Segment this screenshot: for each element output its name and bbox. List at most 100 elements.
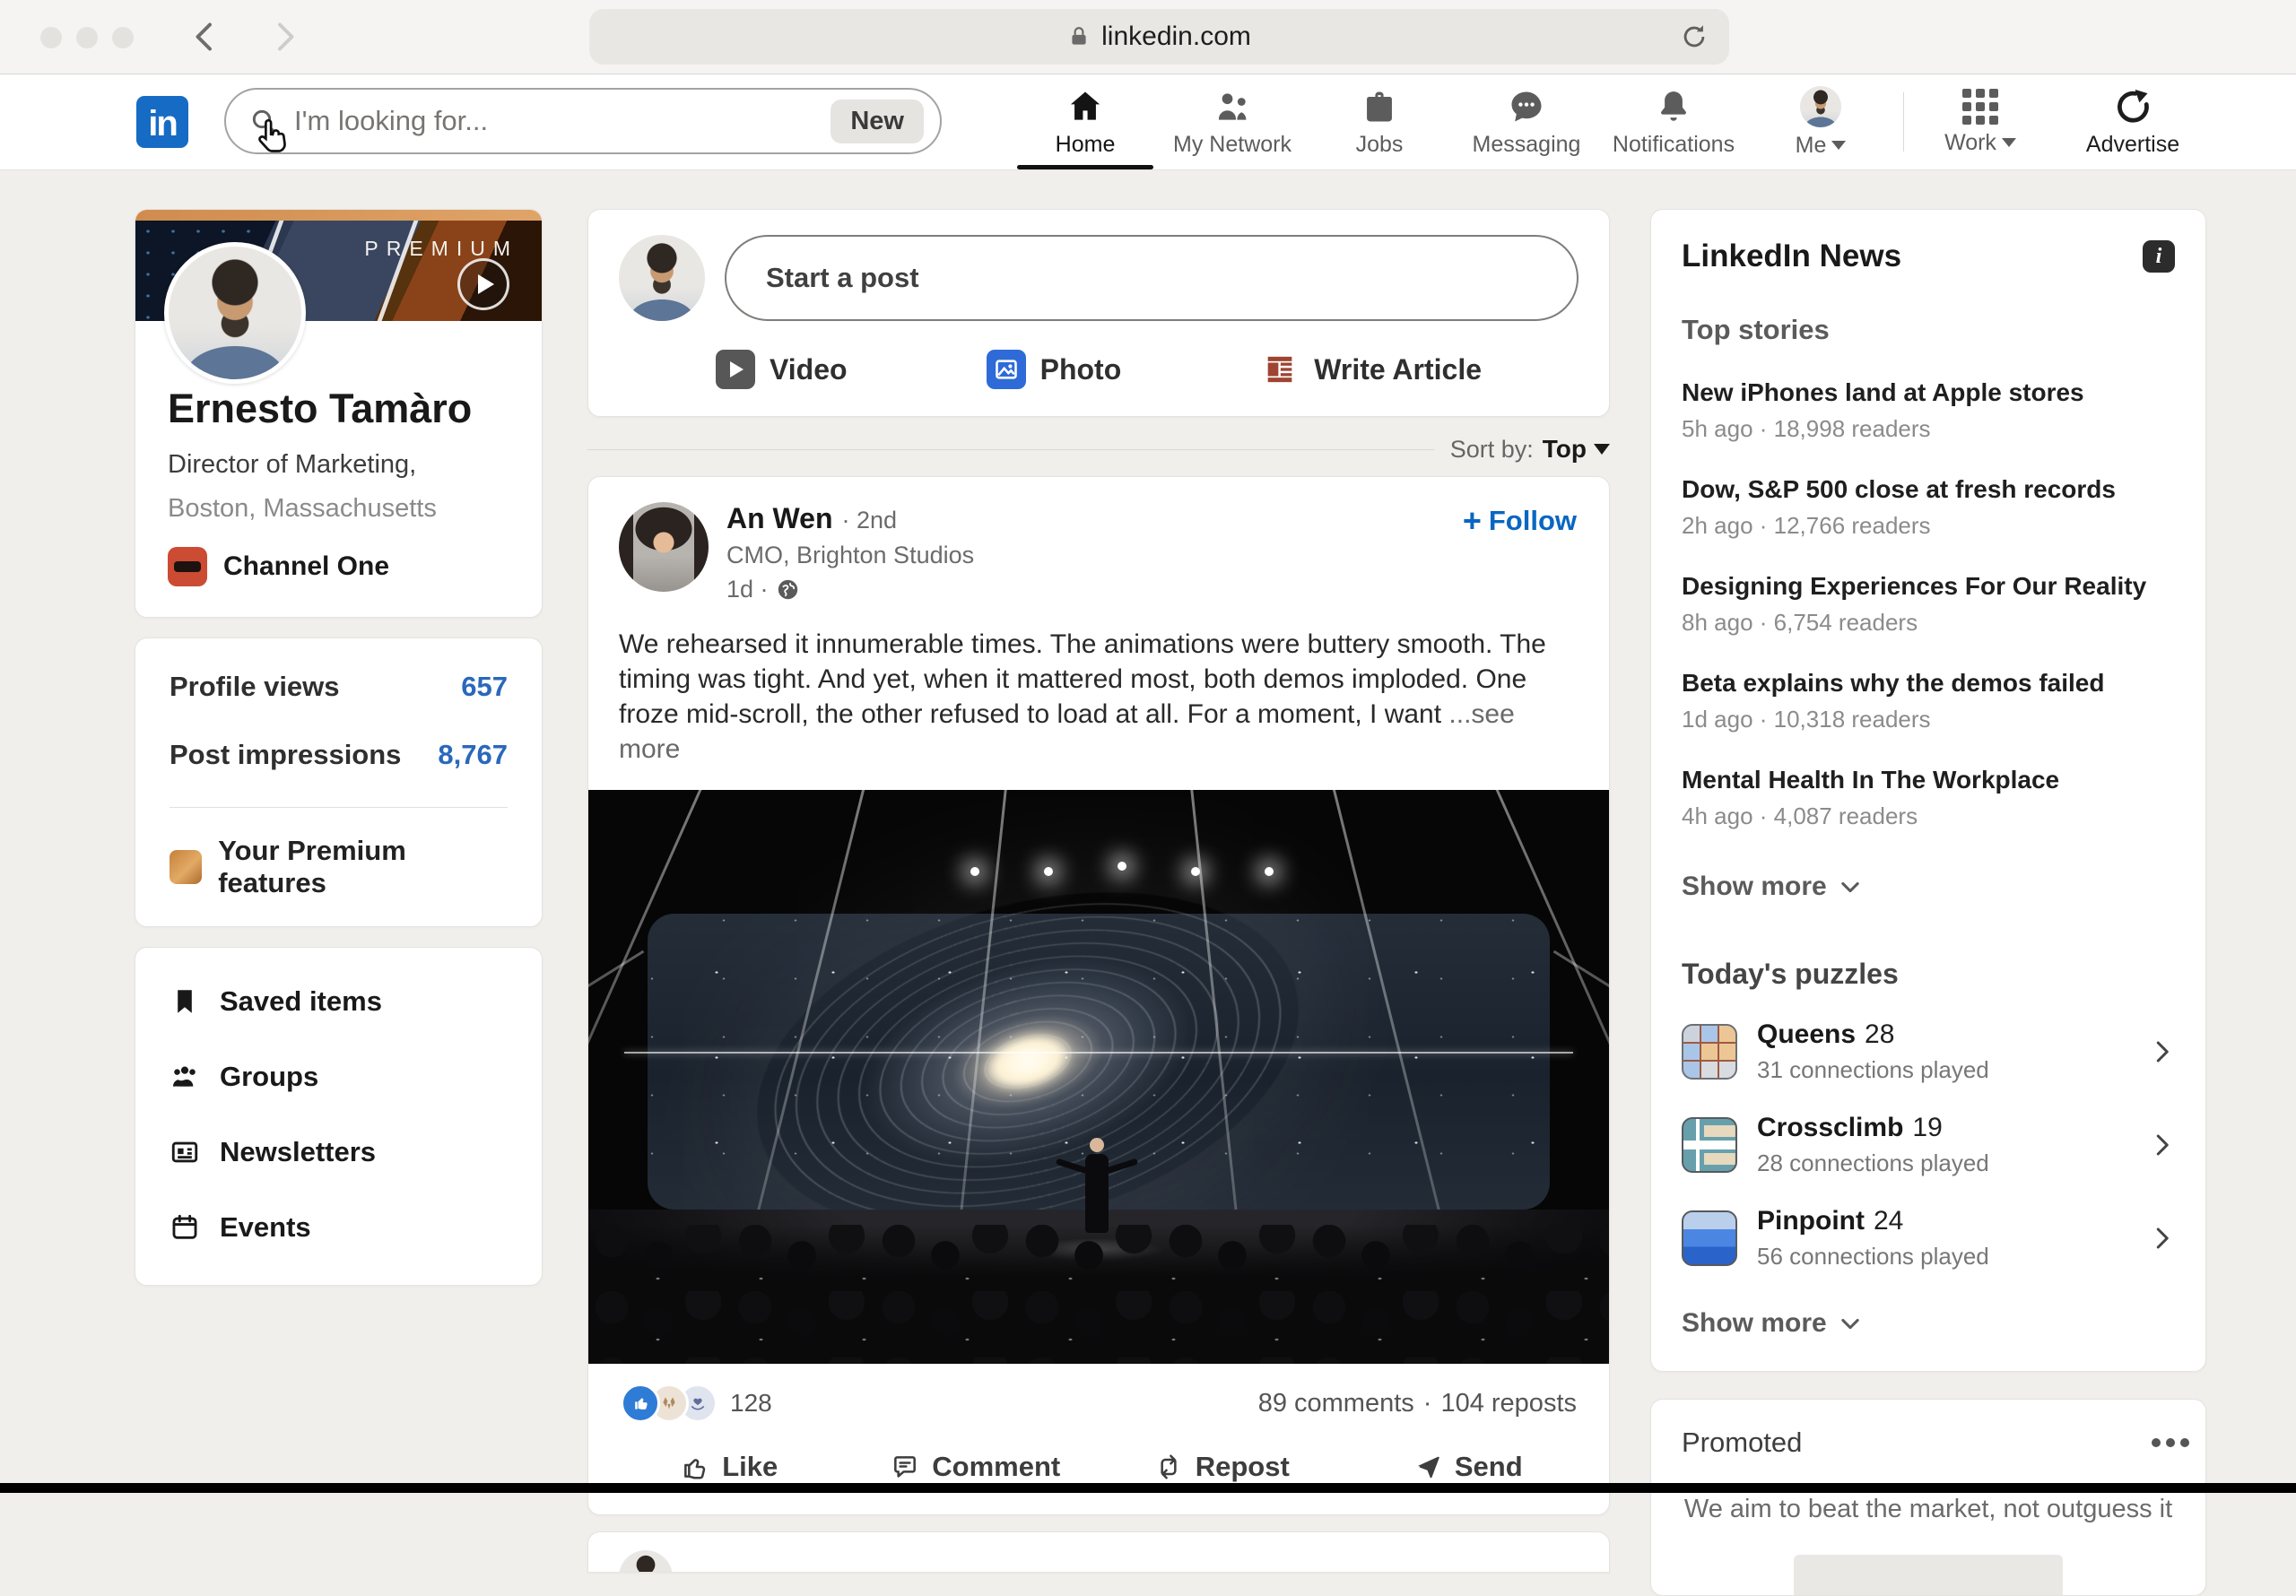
- news-story[interactable]: Dow, S&P 500 close at fresh records 2h a…: [1682, 475, 2175, 540]
- dot-separator: ·: [1423, 1389, 1432, 1418]
- profile-avatar[interactable]: [164, 242, 306, 384]
- globe-icon: [776, 577, 800, 602]
- sidebar-item-saved-items[interactable]: Saved items: [170, 985, 508, 1018]
- stats-list: Profile views 657 Post impressions 8,767: [170, 671, 508, 771]
- puzzle-row[interactable]: Crossclimb19 28 connections played: [1682, 1113, 2175, 1177]
- top-stories-label: Top stories: [1682, 314, 2175, 346]
- video-button[interactable]: Video: [716, 350, 848, 389]
- profile-card[interactable]: PREMIUM Ernesto Tamàro Director of Marke…: [135, 209, 543, 618]
- search-input[interactable]: [292, 104, 831, 138]
- linkedin-news-card: LinkedIn News i Top stories New iPhones …: [1650, 209, 2206, 1372]
- overflow-menu-icon[interactable]: [2166, 1438, 2175, 1447]
- puzzles-show-more-button[interactable]: Show more: [1682, 1308, 2175, 1339]
- promoted-text[interactable]: We aim to beat the market, not outguess …: [1682, 1495, 2175, 1524]
- minimize-window-button[interactable]: [76, 27, 98, 48]
- post-image[interactable]: [588, 790, 1609, 1364]
- nav-item-jobs[interactable]: Jobs: [1306, 74, 1453, 169]
- browser-back-button[interactable]: [184, 16, 225, 57]
- composer-avatar[interactable]: [619, 235, 705, 321]
- linkedin-top-nav: in New Home My Network Jobs Messaging No…: [0, 74, 2296, 170]
- puzzles-list: Queens28 31 connections played Crossclim…: [1682, 1019, 2175, 1271]
- news-story[interactable]: Mental Health In The Workplace 4h ago · …: [1682, 766, 2175, 830]
- comments-count[interactable]: 89 comments: [1258, 1389, 1414, 1418]
- play-button-icon[interactable]: [457, 258, 509, 310]
- stat-row[interactable]: Profile views 657: [170, 671, 508, 703]
- search-box[interactable]: New: [224, 88, 942, 154]
- divider: [170, 807, 508, 808]
- photo-button[interactable]: Photo: [987, 350, 1122, 389]
- reload-button[interactable]: [1679, 22, 1709, 52]
- like-label: Like: [722, 1451, 778, 1483]
- window-controls[interactable]: [40, 27, 134, 48]
- nav-item-home[interactable]: Home: [1012, 74, 1159, 169]
- chevron-right-icon[interactable]: [2148, 1038, 2175, 1065]
- profile-location: Boston, Massachusetts: [168, 494, 509, 524]
- puzzle-row[interactable]: Pinpoint24 56 connections played: [1682, 1206, 2175, 1271]
- chevron-right-icon[interactable]: [2148, 1132, 2175, 1158]
- show-more-label: Show more: [1682, 872, 1827, 902]
- nav-item-notifications[interactable]: Notifications: [1600, 74, 1747, 169]
- news-story-title[interactable]: New iPhones land at Apple stores: [1682, 378, 2175, 407]
- puzzle-meta: 56 connections played: [1757, 1243, 2148, 1271]
- reposts-count[interactable]: 104 reposts: [1440, 1389, 1577, 1418]
- nav-item-messaging[interactable]: Messaging: [1453, 74, 1600, 169]
- news-story[interactable]: New iPhones land at Apple stores 5h ago …: [1682, 378, 2175, 443]
- calendar-icon: [170, 1212, 200, 1243]
- follow-button[interactable]: + Follow: [1463, 502, 1577, 540]
- photo-label: Photo: [1040, 353, 1122, 386]
- puzzle-row[interactable]: Queens28 31 connections played: [1682, 1019, 2175, 1084]
- promoted-ad-image[interactable]: [1794, 1555, 2063, 1596]
- sidebar-item-groups[interactable]: Groups: [170, 1061, 508, 1093]
- nav-item-label: Messaging: [1473, 132, 1581, 158]
- news-story-title[interactable]: Beta explains why the demos failed: [1682, 669, 2175, 698]
- sort-value[interactable]: Top: [1543, 435, 1587, 464]
- news-show-more-button[interactable]: Show more: [1682, 872, 2175, 902]
- company-name: Channel One: [223, 551, 389, 582]
- stat-row[interactable]: Post impressions 8,767: [170, 739, 508, 771]
- social-counts[interactable]: 89 comments · 104 reposts: [1258, 1389, 1577, 1418]
- puzzle-name: Crossclimb: [1757, 1113, 1903, 1143]
- sidebar-item-newsletters[interactable]: Newsletters: [170, 1136, 508, 1168]
- next-feed-post[interactable]: [587, 1531, 1610, 1573]
- close-window-button[interactable]: [40, 27, 62, 48]
- nav-item-me[interactable]: Me: [1747, 74, 1894, 169]
- sidebar-item-events[interactable]: Events: [170, 1211, 508, 1244]
- post-author-name[interactable]: An Wen: [726, 502, 833, 535]
- nav-item-advertise[interactable]: Advertise: [2048, 74, 2218, 169]
- profile-company[interactable]: Channel One: [168, 547, 509, 586]
- browser-toolbar: linkedin.com: [0, 0, 2296, 74]
- address-bar[interactable]: linkedin.com: [589, 9, 1729, 65]
- info-icon[interactable]: i: [2143, 240, 2175, 273]
- nav-item-work[interactable]: Work: [1913, 74, 2048, 169]
- sidebar-item-label: Groups: [220, 1061, 318, 1093]
- post-author-avatar[interactable]: [619, 502, 709, 592]
- premium-features-link[interactable]: Your Premium features: [170, 835, 508, 899]
- comment-icon: [891, 1453, 919, 1481]
- reaction-summary[interactable]: 128: [621, 1383, 772, 1423]
- puzzle-name: Pinpoint: [1757, 1206, 1865, 1236]
- notifications-icon: [1654, 87, 1693, 126]
- chevron-right-icon[interactable]: [2148, 1225, 2175, 1252]
- news-story[interactable]: Beta explains why the demos failed 1d ag…: [1682, 669, 2175, 733]
- nav-item-my-network[interactable]: My Network: [1159, 74, 1306, 169]
- linkedin-logo[interactable]: in: [136, 96, 188, 148]
- stat-label: Profile views: [170, 671, 340, 703]
- write-article-button[interactable]: Write Article: [1260, 350, 1482, 389]
- profile-name[interactable]: Ernesto Tamàro: [168, 386, 509, 432]
- mouse-cursor-pointer: [253, 115, 294, 160]
- news-story-title[interactable]: Designing Experiences For Our Reality: [1682, 572, 2175, 601]
- browser-forward-button[interactable]: [265, 16, 306, 57]
- news-story-title[interactable]: Dow, S&P 500 close at fresh records: [1682, 475, 2175, 504]
- start-post-label: Start a post: [766, 262, 919, 294]
- chevron-down-icon[interactable]: [1594, 444, 1610, 455]
- zoom-window-button[interactable]: [112, 27, 134, 48]
- feed-column: Start a post Video Photo Write Article: [587, 209, 1610, 1573]
- news-story[interactable]: Designing Experiences For Our Reality 8h…: [1682, 572, 2175, 637]
- stat-value: 8,767: [438, 739, 508, 771]
- cover-divider: [374, 221, 422, 321]
- start-post-button[interactable]: Start a post: [725, 235, 1578, 321]
- news-story-meta: 5h ago · 18,998 readers: [1682, 415, 2175, 443]
- news-story-title[interactable]: Mental Health In The Workplace: [1682, 766, 2175, 794]
- show-more-label: Show more: [1682, 1308, 1827, 1339]
- advertise-icon: [2113, 87, 2152, 126]
